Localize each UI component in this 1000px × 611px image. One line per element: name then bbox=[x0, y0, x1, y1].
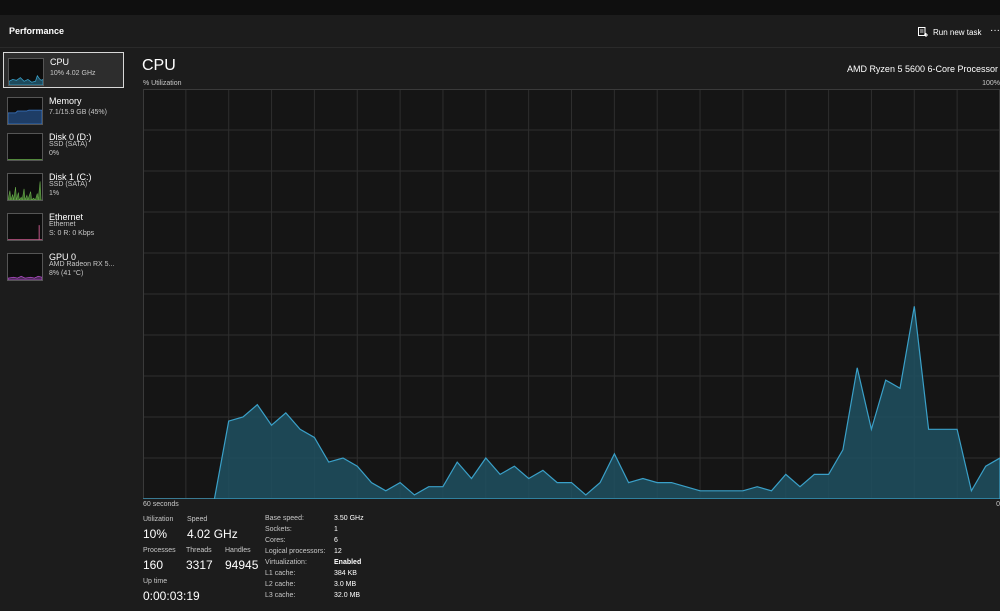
spec-value: Enabled bbox=[334, 559, 362, 566]
sidebar-item-ethernet[interactable]: Ethernet Ethernet S: 0 R: 0 Kbps bbox=[3, 208, 124, 244]
spec-value: 32.0 MB bbox=[334, 592, 361, 599]
uptime-label: Up time bbox=[143, 578, 168, 585]
spec-label: Base speed: bbox=[265, 515, 304, 522]
spec-value: 384 KB bbox=[334, 570, 357, 577]
sidebar-item-name: Memory bbox=[49, 96, 82, 106]
spec-label: Cores: bbox=[265, 537, 286, 544]
spec-value: 3.50 GHz bbox=[334, 515, 364, 522]
sidebar-item-detail: SSD (SATA) bbox=[49, 141, 88, 148]
speed-label: Speed bbox=[187, 516, 208, 523]
processor-name: AMD Ryzen 5 5600 6-Core Processor bbox=[846, 64, 998, 74]
processes-label: Processes bbox=[143, 547, 176, 554]
spec-label: L2 cache: bbox=[265, 581, 296, 588]
y-axis-label: % Utilization bbox=[143, 80, 182, 87]
sidebar-item-detail: Ethernet bbox=[49, 221, 76, 228]
sidebar-item-detail: 7.1/15.9 GB (45%) bbox=[49, 109, 107, 116]
spec-value: 6 bbox=[334, 537, 338, 544]
sidebar: CPU 10% 4.02 GHz Memory 7.1/15.9 GB (45%… bbox=[0, 48, 130, 611]
sidebar-item-gpu-0[interactable]: GPU 0 AMD Radeon RX 5... 8% (41 °C) bbox=[3, 248, 124, 284]
sidebar-item-usage: 8% (41 °C) bbox=[49, 270, 84, 277]
sidebar-item-detail: 10% 4.02 GHz bbox=[50, 70, 96, 77]
spec-label: Sockets: bbox=[265, 526, 292, 533]
spec-label: Logical processors: bbox=[265, 548, 326, 555]
spec-label: Virtualization: bbox=[265, 559, 307, 566]
sidebar-item-usage: 0% bbox=[49, 150, 60, 157]
sidebar-item-name: CPU bbox=[50, 57, 70, 67]
title-bar bbox=[0, 0, 1000, 15]
threads-value: 3317 bbox=[186, 558, 213, 572]
x-axis-end-label: 0 bbox=[996, 501, 1000, 508]
sidebar-item-detail: SSD (SATA) bbox=[49, 181, 88, 188]
page-header: Performance Run new task ··· bbox=[0, 15, 1000, 48]
y-max-label: 100% bbox=[982, 80, 1000, 87]
panel-title: CPU bbox=[142, 57, 176, 74]
memory-thumbnail bbox=[7, 97, 43, 125]
speed-value: 4.02 GHz bbox=[187, 527, 238, 541]
spec-value: 1 bbox=[334, 526, 338, 533]
sidebar-item-cpu[interactable]: CPU 10% 4.02 GHz bbox=[3, 52, 124, 88]
sidebar-item-detail: AMD Radeon RX 5... bbox=[49, 261, 115, 268]
spec-label: L3 cache: bbox=[265, 592, 296, 599]
spec-value: 12 bbox=[334, 548, 342, 555]
sidebar-item-disk-1[interactable]: Disk 1 (C:) SSD (SATA) 1% bbox=[3, 168, 124, 204]
disk-0-thumbnail bbox=[7, 133, 43, 161]
run-new-task-label: Run new task bbox=[933, 27, 982, 37]
uptime-value: 0:00:03:19 bbox=[143, 589, 200, 603]
ethernet-thumbnail bbox=[7, 213, 43, 241]
sidebar-item-usage: 1% bbox=[49, 190, 60, 197]
x-axis-start-label: 60 seconds bbox=[143, 501, 179, 508]
utilization-label: Utilization bbox=[143, 516, 174, 523]
more-options-button[interactable]: ··· bbox=[990, 23, 1000, 39]
utilization-value: 10% bbox=[143, 527, 168, 541]
run-task-icon bbox=[918, 27, 928, 37]
cpu-utilization-graph bbox=[143, 89, 1000, 499]
spec-label: L1 cache: bbox=[265, 570, 296, 577]
run-new-task-button[interactable]: Run new task bbox=[918, 24, 981, 40]
cpu-panel: CPU AMD Ryzen 5 5600 6-Core Processor % … bbox=[130, 48, 1000, 611]
cpu-thumbnail bbox=[8, 58, 44, 86]
handles-label: Handles bbox=[225, 547, 251, 554]
sidebar-item-disk-0[interactable]: Disk 0 (D:) SSD (SATA) 0% bbox=[3, 128, 124, 164]
page-title: Performance bbox=[9, 26, 65, 36]
threads-label: Threads bbox=[186, 547, 212, 554]
disk-1-thumbnail bbox=[7, 173, 43, 201]
spec-value: 3.0 MB bbox=[334, 581, 357, 588]
sidebar-item-memory[interactable]: Memory 7.1/15.9 GB (45%) bbox=[3, 92, 124, 128]
processes-value: 160 bbox=[143, 558, 164, 572]
gpu-0-thumbnail bbox=[7, 253, 43, 281]
sidebar-item-usage: S: 0 R: 0 Kbps bbox=[49, 230, 95, 237]
handles-value: 94945 bbox=[225, 558, 259, 572]
